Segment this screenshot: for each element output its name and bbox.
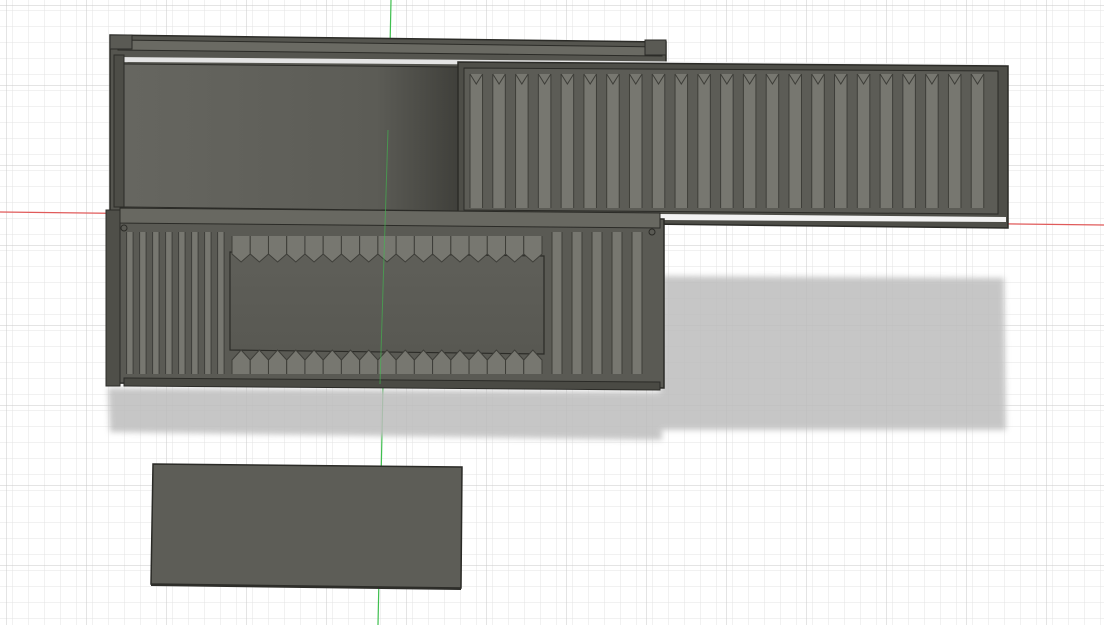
roof-rib [880, 74, 893, 208]
side-corner-post-left [105, 209, 121, 387]
cad-scene[interactable] [0, 0, 1104, 625]
roof-ribs [469, 73, 985, 208]
roof-rib [948, 74, 961, 208]
roof-rib [629, 74, 643, 208]
floor-plate-body [150, 463, 463, 589]
roof-rib [561, 74, 574, 208]
roof-rib [697, 74, 711, 208]
window-ribs-top [231, 236, 543, 263]
sliding-roof-panel[interactable] [457, 61, 1009, 229]
box-left-inner-wall [113, 54, 125, 208]
roof-rib [857, 74, 870, 208]
cad-viewport[interactable] [0, 0, 1104, 625]
roof-rib [652, 74, 665, 208]
roof-rib [606, 74, 620, 208]
roof-rib [583, 74, 597, 208]
roof-rib [470, 74, 483, 208]
roof-rib [925, 74, 939, 208]
side-rib [204, 232, 212, 374]
side-rib [592, 232, 602, 374]
side-rib [126, 232, 134, 374]
roof-rib [492, 74, 506, 208]
roof-rib [811, 74, 825, 208]
roof-rib [971, 74, 984, 208]
corner-post-tl [109, 34, 133, 50]
window-ribs-bottom [231, 349, 543, 374]
corner-post-tr [644, 39, 667, 56]
side-rib [632, 232, 642, 374]
side-rib [572, 232, 582, 374]
side-rib [552, 232, 562, 374]
side-rib [612, 232, 622, 374]
roof-rib [766, 74, 779, 208]
side-window [229, 251, 545, 355]
roof-rib [720, 74, 734, 208]
floor-plate[interactable] [150, 463, 463, 590]
roof-rib [538, 74, 551, 208]
side-rib [217, 232, 225, 374]
roof-rib [515, 74, 529, 208]
side-rib [139, 232, 147, 374]
roof-rib [902, 74, 916, 208]
roof-rib [675, 74, 688, 208]
roof-rib [788, 74, 802, 208]
side-rib [152, 232, 160, 374]
side-rib [165, 232, 173, 374]
roof-rib [834, 74, 848, 208]
side-rib [191, 232, 199, 374]
box-interior [123, 63, 461, 212]
side-rib [178, 232, 186, 374]
roof-rib [743, 74, 756, 208]
